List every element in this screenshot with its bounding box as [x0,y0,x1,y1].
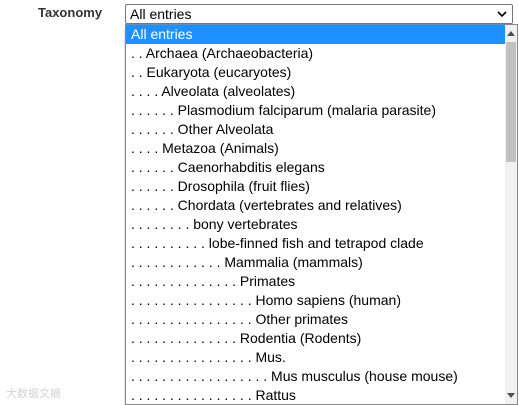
dropdown-option[interactable]: All entries [126,25,506,44]
scroll-up-arrow-icon[interactable] [507,31,515,36]
dropdown-option[interactable]: . . . . . . . . . . . . . . . . Other pr… [126,310,506,329]
taxonomy-label: Taxonomy [38,5,103,20]
dropdown-option[interactable]: . . . . . . . . . . . . . . . . Mus. [126,348,506,367]
dropdown-option[interactable]: . . . . . . Chordata (vertebrates and re… [126,196,506,215]
dropdown-option[interactable]: . . Archaea (Archaeobacteria) [126,44,506,63]
watermark: 大数据文摘 [6,388,61,400]
chevron-down-icon [497,11,507,18]
dropdown-option[interactable]: . . . . . . . . . . . . . . . . . . Mus … [126,367,506,386]
taxonomy-select[interactable]: All entries [125,4,513,24]
dropdown-option[interactable]: . . . . . . . . . . . . Mammalia (mammal… [126,253,506,272]
dropdown-option[interactable]: . . . . . . . . . . . . . . . . Rattus [126,386,506,404]
left-panel [0,28,125,405]
dropdown-option[interactable]: . . . . Alveolata (alveolates) [126,82,506,101]
dropdown-option[interactable]: . . . . . . . . bony vertebrates [126,215,506,234]
taxonomy-dropdown-list[interactable]: All entries. . Archaea (Archaeobacteria)… [125,24,518,405]
scrollbar-thumb[interactable] [506,42,516,162]
dropdown-option[interactable]: . . . . Metazoa (Animals) [126,139,506,158]
dropdown-option[interactable]: . . . . . . Caenorhabditis elegans [126,158,506,177]
option-list: All entries. . Archaea (Archaeobacteria)… [126,25,506,404]
dropdown-option[interactable]: . . . . . . . . . . . . . . Rodentia (Ro… [126,329,506,348]
dropdown-option[interactable]: . . Eukaryota (eucaryotes) [126,63,506,82]
scroll-down-arrow-icon[interactable] [507,393,515,398]
dropdown-option[interactable]: . . . . . . . . . . lobe-finned fish and… [126,234,506,253]
dropdown-option[interactable]: . . . . . . . . . . . . . . Primates [126,272,506,291]
dropdown-option[interactable]: . . . . . . Plasmodium falciparum (malar… [126,101,506,120]
dropdown-option[interactable]: . . . . . . . . . . . . . . . . Homo sap… [126,291,506,310]
select-current-value: All entries [130,6,192,22]
dropdown-option[interactable]: . . . . . . Other Alveolata [126,120,506,139]
dropdown-option[interactable]: . . . . . . Drosophila (fruit flies) [126,177,506,196]
dropdown-scrollbar[interactable] [505,25,517,404]
